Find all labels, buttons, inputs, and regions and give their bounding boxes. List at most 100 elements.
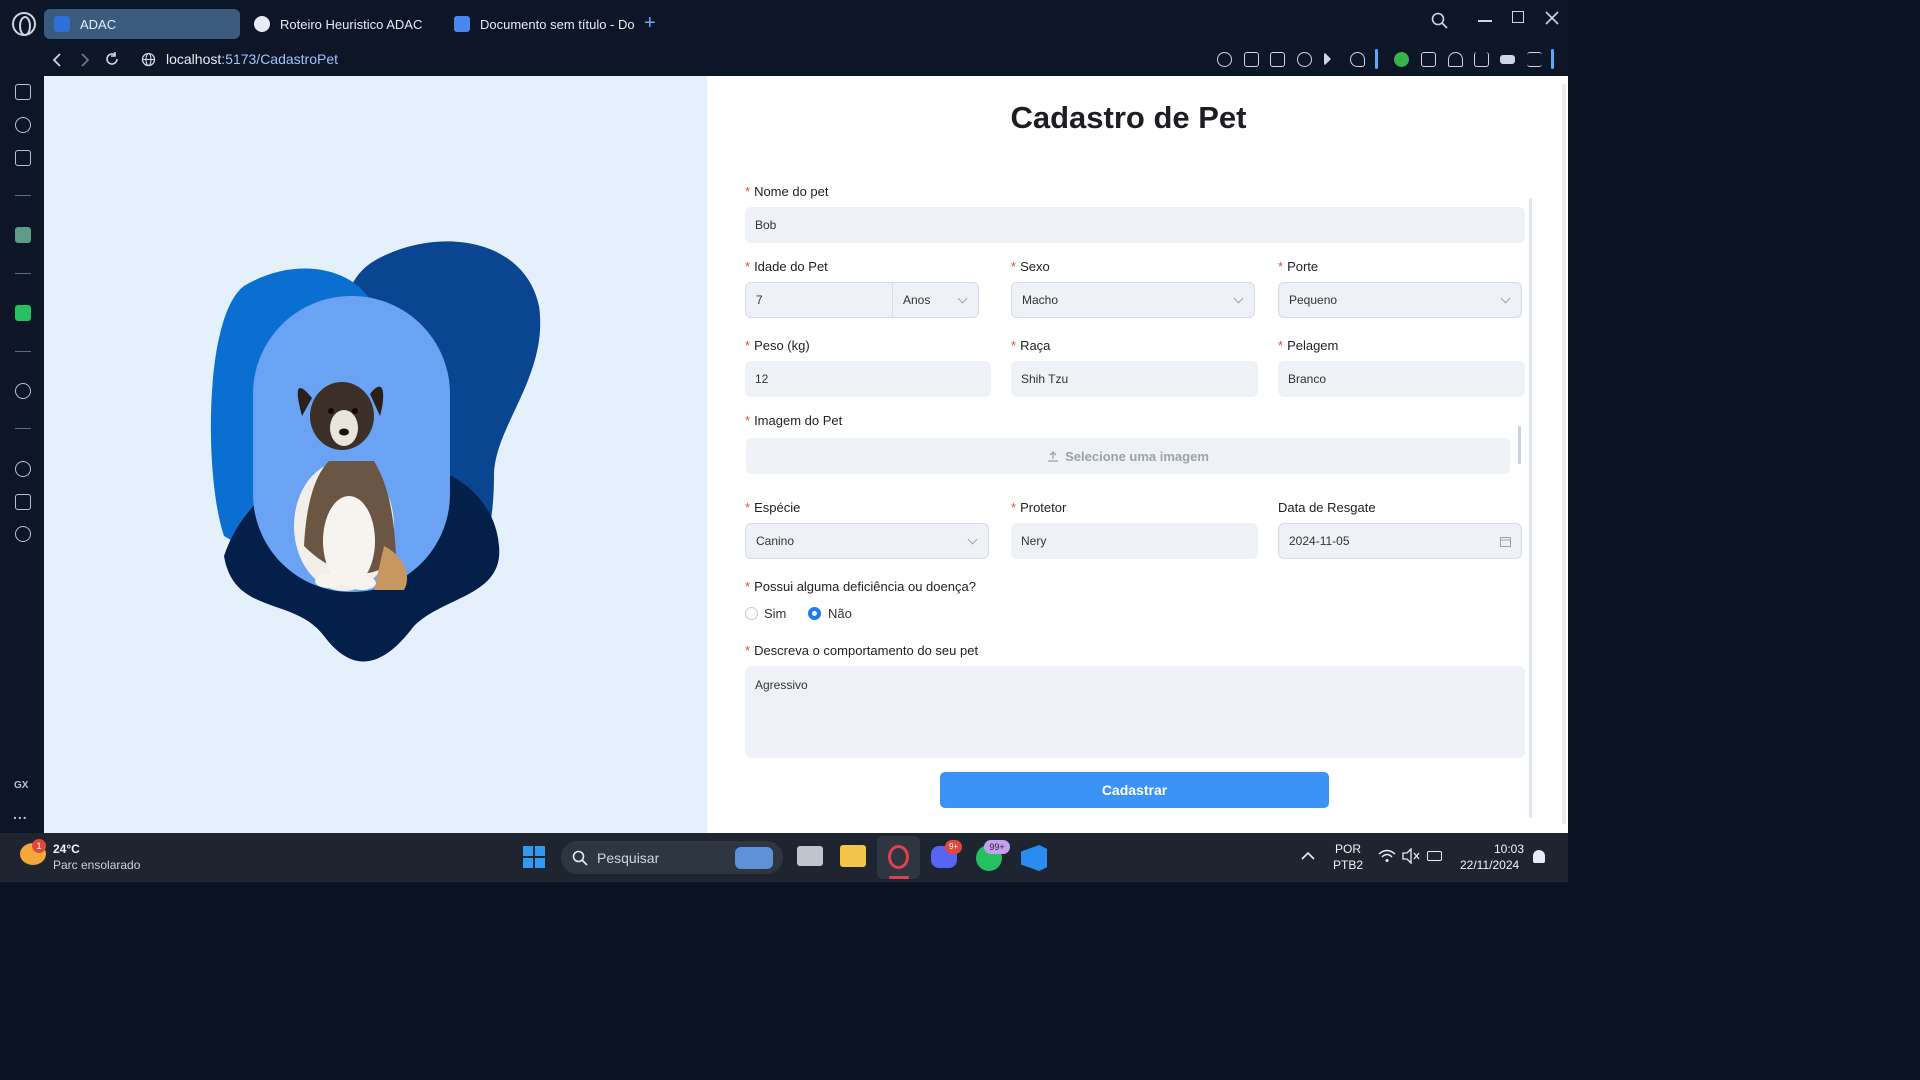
idade-unit-select[interactable]: Anos (892, 282, 979, 318)
weather-temp[interactable]: 24°C (53, 842, 80, 856)
opera-gx-logo-icon[interactable] (12, 12, 36, 36)
weather-desc[interactable]: Parc ensolarado (53, 858, 140, 872)
divider (15, 273, 31, 274)
browser-title-bar: ADAC Roteiro Heuristico ADAC Documento s… (0, 0, 1568, 46)
battery-icon[interactable] (1427, 851, 1442, 861)
idade-input[interactable]: 7 (745, 282, 893, 318)
divider (15, 428, 31, 429)
clock-time[interactable]: 10:03 (1494, 842, 1524, 856)
deficiencia-label: * Possui alguma deficiência ou doença? (745, 579, 976, 594)
edit-icon[interactable] (1244, 52, 1259, 67)
image-upload-button[interactable]: Selecione uma imagem (746, 438, 1510, 474)
close-icon[interactable] (1544, 10, 1560, 26)
docs-icon (454, 16, 470, 32)
radio-sim-label[interactable]: Sim (764, 606, 786, 621)
wallet-icon[interactable] (1394, 52, 1409, 67)
vscode-icon[interactable] (1021, 845, 1047, 871)
globe-icon (141, 52, 156, 67)
opera-taskbar-button[interactable] (877, 836, 920, 879)
chatgpt-icon[interactable] (15, 227, 31, 243)
raca-input[interactable]: Shih Tzu (1011, 361, 1258, 397)
history-icon[interactable] (15, 461, 31, 477)
resgate-label: Data de Resgate (1278, 500, 1376, 515)
nome-input[interactable]: Bob (745, 207, 1525, 243)
porte-label: * Porte (1278, 259, 1319, 274)
new-tab-button[interactable]: + (644, 13, 656, 33)
protetor-input[interactable]: Nery (1011, 523, 1258, 559)
shield-icon (54, 16, 70, 32)
extensions-icon[interactable] (15, 494, 31, 510)
url-host: localhost (166, 51, 222, 67)
windows-start-icon[interactable] (523, 846, 545, 868)
divider (1375, 49, 1378, 69)
battery-saver-icon[interactable] (1500, 55, 1515, 64)
restore-icon[interactable] (1512, 11, 1524, 23)
sexo-label: * Sexo (1011, 259, 1050, 274)
zoom-out-icon[interactable] (1217, 52, 1232, 67)
chevron-down-icon (1233, 293, 1244, 304)
wifi-icon[interactable] (1378, 849, 1396, 863)
task-view-icon[interactable] (797, 846, 823, 866)
gx-badge[interactable]: GX (14, 780, 28, 791)
peso-input[interactable]: 12 (745, 361, 991, 397)
page-scrollbar[interactable] (1562, 84, 1566, 824)
minimize-icon[interactable] (1478, 20, 1492, 22)
more-icon[interactable]: ... (13, 806, 28, 822)
cadastrar-button[interactable]: Cadastrar (940, 772, 1329, 808)
page-title: Cadastro de Pet (1010, 100, 1247, 135)
gx-corner-icon[interactable] (15, 150, 31, 166)
active-indicator (889, 876, 909, 879)
pelagem-input[interactable]: Branco (1278, 361, 1525, 397)
adblock-icon[interactable] (1297, 52, 1312, 67)
resgate-date-input[interactable]: 2024-11-05 (1278, 523, 1522, 559)
forward-icon[interactable] (78, 52, 92, 68)
gx-control-icon[interactable] (15, 84, 31, 100)
notification-bell-icon[interactable] (1533, 850, 1545, 863)
url-field[interactable]: localhost:5173/CadastroPet (166, 51, 338, 67)
form-scrollbar[interactable] (1529, 198, 1532, 818)
weather-badge: 1 (32, 839, 46, 853)
protetor-label: * Protetor (1011, 500, 1067, 515)
chevron-down-icon (967, 534, 978, 545)
globe-icon (254, 16, 270, 32)
tab-roteiro[interactable]: Roteiro Heuristico ADAC (244, 9, 440, 39)
camera-icon[interactable] (1270, 52, 1285, 67)
search-icon[interactable] (1431, 12, 1449, 30)
raca-label: * Raça (1011, 338, 1051, 353)
lang-line1[interactable]: POR (1335, 842, 1361, 856)
send-icon[interactable] (1324, 52, 1331, 66)
especie-select[interactable]: Canino (745, 523, 989, 559)
clock-date[interactable]: 22/11/2024 (1460, 858, 1519, 872)
porte-select[interactable]: Pequeno (1278, 282, 1522, 318)
reload-icon[interactable] (104, 51, 120, 67)
sexo-select[interactable]: Macho (1011, 282, 1255, 318)
radio-nao[interactable] (808, 607, 821, 620)
comportamento-textarea[interactable]: Agressivo (745, 666, 1525, 758)
radio-nao-label[interactable]: Não (828, 606, 852, 621)
pelagem-label: * Pelagem (1278, 338, 1339, 353)
menu-icon[interactable] (1527, 52, 1542, 67)
tab-label: ADAC (80, 16, 117, 32)
settings-icon[interactable] (15, 526, 31, 542)
url-path: :5173/CadastroPet (221, 51, 339, 67)
radio-sim[interactable] (745, 607, 758, 620)
cube-icon[interactable] (1421, 52, 1436, 67)
player-icon[interactable] (15, 383, 31, 399)
heart-icon[interactable] (1350, 52, 1365, 67)
lang-line2[interactable]: PTB2 (1333, 858, 1363, 872)
chevron-up-icon[interactable] (1301, 851, 1315, 861)
chevron-down-icon (957, 293, 968, 304)
speed-dial-icon[interactable] (15, 117, 31, 133)
profile-icon[interactable] (1448, 52, 1463, 67)
search-placeholder: Pesquisar (597, 850, 660, 866)
comportamento-label: * Descreva o comportamento do seu pet (745, 643, 979, 658)
tab-documento[interactable]: Documento sem título - Do (444, 9, 640, 39)
download-icon[interactable] (1474, 52, 1489, 67)
tab-adac[interactable]: ADAC (44, 9, 240, 39)
file-explorer-icon[interactable] (840, 845, 866, 867)
whatsapp-icon[interactable] (15, 305, 31, 321)
volume-muted-icon[interactable] (1402, 848, 1420, 864)
back-icon[interactable] (50, 52, 64, 68)
image-scrollbar[interactable] (1518, 426, 1521, 464)
taskbar-search[interactable]: Pesquisar (561, 841, 783, 874)
